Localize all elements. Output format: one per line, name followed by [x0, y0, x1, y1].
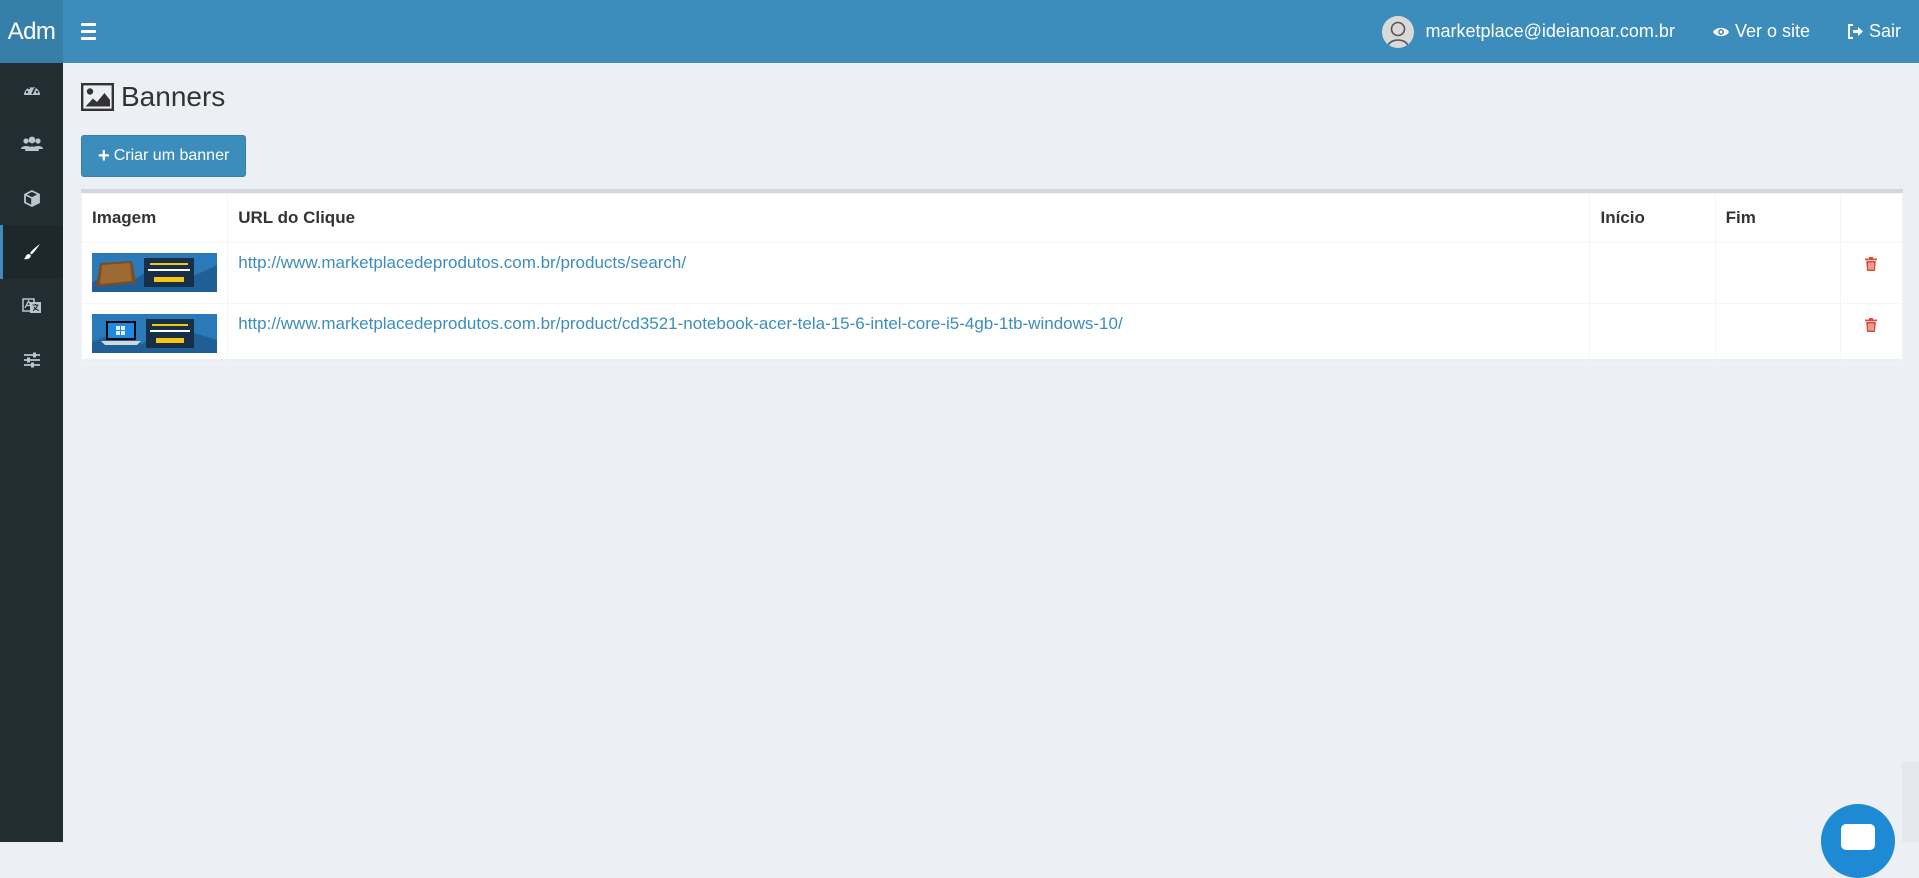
- chat-icon: [1841, 824, 1875, 850]
- view-site-link[interactable]: Ver o site: [1712, 21, 1810, 42]
- image-cell: [80, 242, 229, 304]
- sidebar-item-users[interactable]: [0, 117, 63, 171]
- sidebar-item-dashboard[interactable]: [0, 63, 63, 117]
- click-url-link[interactable]: http://www.marketplacedeprodutos.com.br/…: [238, 314, 1122, 333]
- sidebar-item-banners[interactable]: [0, 225, 63, 279]
- language-icon: [21, 298, 41, 313]
- table-header-row: Imagem URL do Clique Início Fim: [80, 193, 1904, 243]
- cube-icon: [23, 189, 40, 207]
- column-header-image: Imagem: [80, 193, 229, 243]
- table-row: http://www.marketplacedeprodutos.com.br/…: [80, 242, 1904, 304]
- url-cell: http://www.marketplacedeprodutos.com.br/…: [227, 303, 1591, 365]
- navbar-right: marketplace@ideianoar.com.br Ver o site …: [1381, 0, 1919, 63]
- users-icon: [20, 136, 43, 151]
- banners-table: Imagem URL do Clique Início Fim http://w…: [80, 193, 1904, 365]
- create-banner-label: Criar um banner: [113, 147, 230, 164]
- banners-table-box: Imagem URL do Clique Início Fim http://w…: [80, 189, 1904, 365]
- logout-label: Sair: [1868, 21, 1901, 41]
- chat-widget-button[interactable]: [1821, 804, 1895, 878]
- sidebar-item-products[interactable]: [0, 171, 63, 225]
- logout-link[interactable]: Sair: [1847, 21, 1901, 42]
- top-navbar: Adm marketplace@ideianoar.com.br Ver o s…: [0, 0, 1919, 63]
- column-header-url: URL do Clique: [227, 193, 1591, 243]
- user-menu[interactable]: marketplace@ideianoar.com.br: [1381, 15, 1675, 48]
- page-header: Banners: [81, 81, 225, 113]
- image-icon: [81, 83, 114, 111]
- dashboard-icon: [23, 85, 40, 95]
- eye-icon: [1712, 27, 1729, 36]
- table-row: http://www.marketplacedeprodutos.com.br/…: [80, 303, 1904, 365]
- sidebar: [0, 63, 63, 842]
- sidebar-toggle-button[interactable]: [77, 20, 99, 42]
- end-date-cell: [1714, 303, 1841, 365]
- banner-thumbnail[interactable]: [92, 314, 217, 353]
- url-cell: http://www.marketplacedeprodutos.com.br/…: [227, 242, 1591, 304]
- user-email: marketplace@ideianoar.com.br: [1425, 21, 1675, 41]
- sliders-icon: [23, 352, 40, 368]
- sidebar-item-settings[interactable]: [0, 333, 63, 387]
- actions-cell: [1839, 303, 1904, 365]
- paint-brush-icon: [23, 244, 40, 260]
- image-cell: [80, 303, 229, 365]
- start-date-cell: [1589, 242, 1716, 304]
- end-date-cell: [1714, 242, 1841, 304]
- trash-icon[interactable]: [1864, 257, 1877, 271]
- view-site-label: Ver o site: [1734, 21, 1810, 41]
- click-url-link[interactable]: http://www.marketplacedeprodutos.com.br/…: [238, 253, 686, 272]
- create-banner-button[interactable]: + Criar um banner: [81, 135, 247, 177]
- page-title: Banners: [121, 81, 226, 112]
- user-avatar-icon: [1381, 15, 1414, 48]
- sign-out-icon: [1847, 24, 1863, 39]
- column-header-actions: [1839, 193, 1904, 243]
- actions-cell: [1839, 242, 1904, 304]
- trash-icon[interactable]: [1864, 318, 1877, 332]
- content-wrapper: Banners + Criar um banner Imagem URL do …: [63, 63, 1919, 842]
- plus-icon: +: [98, 145, 110, 167]
- banner-thumbnail[interactable]: [92, 253, 217, 292]
- column-header-start: Início: [1589, 193, 1716, 243]
- logo[interactable]: Adm: [0, 0, 63, 63]
- scrollbar[interactable]: [1902, 762, 1919, 842]
- start-date-cell: [1589, 303, 1716, 365]
- sidebar-item-translations[interactable]: [0, 279, 63, 333]
- column-header-end: Fim: [1714, 193, 1841, 243]
